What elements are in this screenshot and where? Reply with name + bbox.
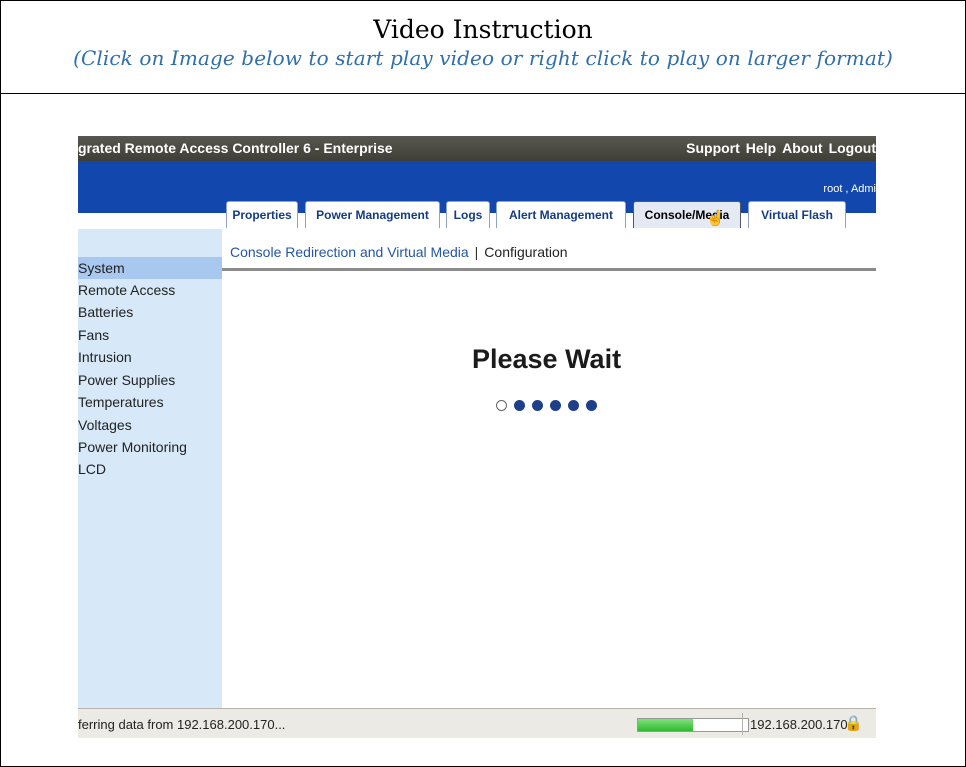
app-title-bar: grated Remote Access Controller 6 - Ente… — [78, 136, 876, 161]
loading-dot — [514, 400, 525, 411]
loading-dot — [550, 400, 561, 411]
status-ip: 192.168.200.170 — [750, 717, 848, 732]
document-subtitle: (Click on Image below to start play vide… — [73, 46, 893, 70]
lock-icon: 🔒 — [844, 715, 863, 732]
sidebar-item-fans[interactable]: Fans — [78, 324, 222, 346]
tab-properties[interactable]: Properties — [226, 201, 298, 228]
sidebar-item-intrusion[interactable]: Intrusion — [78, 346, 222, 368]
sidebar-item-temperatures[interactable]: Temperatures — [78, 391, 222, 413]
progress-bar — [637, 718, 749, 732]
configuration-link[interactable]: Configuration — [484, 244, 567, 260]
sidebar-item-voltages[interactable]: Voltages — [78, 414, 222, 436]
top-links: Support Help About Logout — [680, 140, 876, 156]
sidebar-item-lcd[interactable]: LCD — [78, 458, 222, 480]
loading-dot — [496, 400, 507, 411]
tab-virtual-flash[interactable]: Virtual Flash — [748, 201, 846, 228]
document-title: Video Instruction — [373, 15, 593, 44]
loading-dot — [532, 400, 543, 411]
sidebar-item-system[interactable]: System — [78, 257, 222, 279]
console-redirection-link[interactable]: Console Redirection and Virtual Media — [230, 244, 469, 260]
tab-logs[interactable]: Logs — [446, 201, 490, 228]
subnav-separator: | — [474, 244, 479, 260]
progress-fill — [638, 719, 693, 731]
hand-pointer-icon: ☝ — [706, 210, 725, 227]
logout-link[interactable]: Logout — [829, 140, 876, 156]
status-divider — [742, 713, 743, 735]
subnav: Console Redirection and Virtual Media | Co… — [230, 244, 568, 260]
document-header: Video Instruction (Click on Image below … — [1, 1, 965, 94]
tab-console-media[interactable]: Console/Media ☝ — [633, 201, 741, 228]
video-thumbnail[interactable]: grated Remote Access Controller 6 - Ente… — [78, 136, 876, 738]
about-link[interactable]: About — [782, 140, 822, 156]
please-wait-text: Please Wait — [472, 344, 622, 374]
status-message: ferring data from 192.168.200.170... — [78, 717, 286, 732]
help-link[interactable]: Help — [746, 140, 776, 156]
user-label: root , Admi — [823, 183, 876, 195]
sidebar-item-power-monitoring[interactable]: Power Monitoring — [78, 436, 222, 458]
loading-dot — [568, 400, 579, 411]
sidebar-item-batteries[interactable]: Batteries — [78, 301, 222, 323]
loading-dot — [586, 400, 597, 411]
tab-bar: Properties Power Management Logs Alert M… — [78, 201, 876, 229]
support-link[interactable]: Support — [686, 140, 740, 156]
sidebar-item-power-supplies[interactable]: Power Supplies — [78, 369, 222, 391]
status-bar: ferring data from 192.168.200.170... 192… — [78, 708, 876, 738]
subnav-divider — [222, 268, 876, 271]
tab-power-management[interactable]: Power Management — [305, 201, 440, 228]
sidebar-item-remote-access[interactable]: Remote Access — [78, 279, 222, 301]
tab-alert-management[interactable]: Alert Management — [496, 201, 626, 228]
app-title: grated Remote Access Controller 6 - Ente… — [78, 140, 393, 156]
sidebar: System Remote Access Batteries Fans Intr… — [78, 229, 222, 708]
